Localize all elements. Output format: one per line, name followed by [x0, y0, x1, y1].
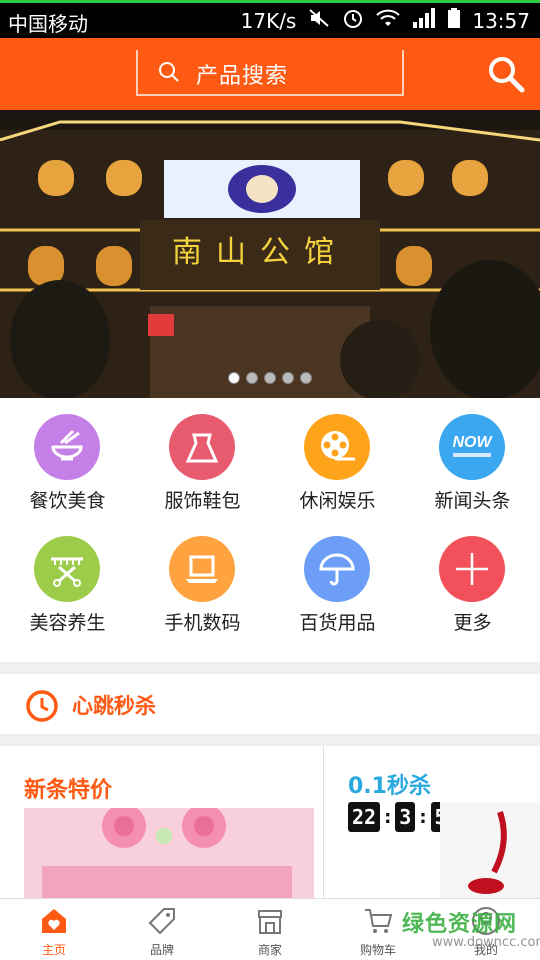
flash-deal-title[interactable]: 0.1秒杀 [348, 768, 431, 800]
category-label: 休闲娱乐 [299, 490, 376, 512]
category-label: 新闻头条 [434, 490, 511, 512]
category-dining[interactable]: 餐饮美食 [0, 398, 135, 520]
banner-dot[interactable] [228, 372, 240, 384]
nav-home[interactable]: 主页 [0, 899, 108, 960]
search-bar[interactable]: 产品搜索 [136, 50, 404, 96]
category-more[interactable]: 更多 [405, 520, 540, 642]
timer-separator: : [419, 806, 427, 828]
scissors-comb-icon [34, 536, 100, 602]
nav-brand[interactable]: 品牌 [108, 899, 216, 960]
bowl-chopsticks-icon [34, 414, 100, 480]
network-speed: 17K/s [240, 8, 297, 33]
signal-icon [412, 8, 436, 33]
nav-merchant[interactable]: 商家 [216, 899, 324, 960]
category-news[interactable]: NOW 新闻头条 [405, 398, 540, 520]
category-apparel[interactable]: 服饰鞋包 [135, 398, 270, 520]
category-label: 百货用品 [299, 612, 376, 634]
app-header: 产品搜索 [0, 38, 540, 110]
flash-deal-image[interactable] [440, 802, 540, 898]
watermark: 绿色资源网 www.downcc.com [402, 906, 540, 960]
category-label: 更多 [453, 612, 492, 634]
svg-text:NOW: NOW [452, 434, 493, 451]
search-button-icon[interactable] [486, 54, 526, 98]
timer-minutes: 3 [395, 802, 416, 832]
special-price-image[interactable] [24, 808, 314, 898]
category-leisure[interactable]: 休闲娱乐 [270, 398, 405, 520]
banner-dot[interactable] [300, 372, 312, 384]
watermark-url: www.downcc.com [432, 935, 540, 950]
svg-text:南山公馆: 南山公馆 [172, 235, 348, 270]
category-label: 美容养生 [29, 612, 106, 634]
timer-hours: 22 [348, 802, 381, 832]
status-accent-line [0, 0, 540, 3]
now-news-icon: NOW [439, 414, 505, 480]
tag-icon [146, 905, 178, 941]
banner-dot[interactable] [264, 372, 276, 384]
category-label: 餐饮美食 [29, 490, 106, 512]
nav-label: 品牌 [149, 943, 174, 957]
flash-sale-header[interactable]: 心跳秒杀 [0, 674, 540, 734]
store-icon [254, 905, 286, 941]
wifi-icon [376, 8, 401, 33]
status-bar: 中国移动 17K/s 13:57 [0, 0, 540, 38]
mute-icon [308, 8, 330, 33]
search-placeholder: 产品搜索 [196, 64, 289, 89]
deals-divider [323, 746, 324, 898]
laptop-icon [169, 536, 235, 602]
home-heart-icon [38, 905, 70, 941]
category-grid: 餐饮美食 服饰鞋包 休闲娱乐 NOW 新闻头条 美容养生 手机数码 百货用品 更… [0, 398, 540, 662]
carrier-name: 中国移动 [8, 12, 88, 36]
category-beauty[interactable]: 美容养生 [0, 520, 135, 642]
promo-banner[interactable]: 南山公馆 [0, 110, 540, 398]
umbrella-icon [304, 536, 370, 602]
category-label: 手机数码 [164, 612, 241, 634]
clock-time: 13:57 [472, 8, 530, 33]
alarm-icon [342, 7, 364, 34]
alarm-clock-icon [24, 687, 60, 727]
film-reel-icon [304, 414, 370, 480]
special-price-title[interactable]: 新条特价 [24, 772, 112, 804]
category-goods[interactable]: 百货用品 [270, 520, 405, 642]
dress-icon [169, 414, 235, 480]
nav-label: 主页 [41, 943, 66, 957]
banner-pagination [0, 372, 540, 384]
nav-label: 商家 [257, 943, 282, 957]
cart-icon [362, 905, 394, 941]
banner-dot[interactable] [282, 372, 294, 384]
deals-section: 新条特价 0.1秒杀 22 : 3 : 52 [0, 746, 540, 898]
flash-sale-title: 心跳秒杀 [72, 694, 156, 718]
search-icon [156, 59, 182, 89]
timer-separator: : [384, 806, 392, 828]
banner-dot[interactable] [246, 372, 258, 384]
battery-icon [448, 8, 461, 33]
watermark-brand: 绿色资源网 [402, 912, 518, 937]
category-digital[interactable]: 手机数码 [135, 520, 270, 642]
banner-image: 南山公馆 [0, 110, 540, 398]
plus-icon [439, 536, 505, 602]
category-label: 服饰鞋包 [164, 490, 241, 512]
